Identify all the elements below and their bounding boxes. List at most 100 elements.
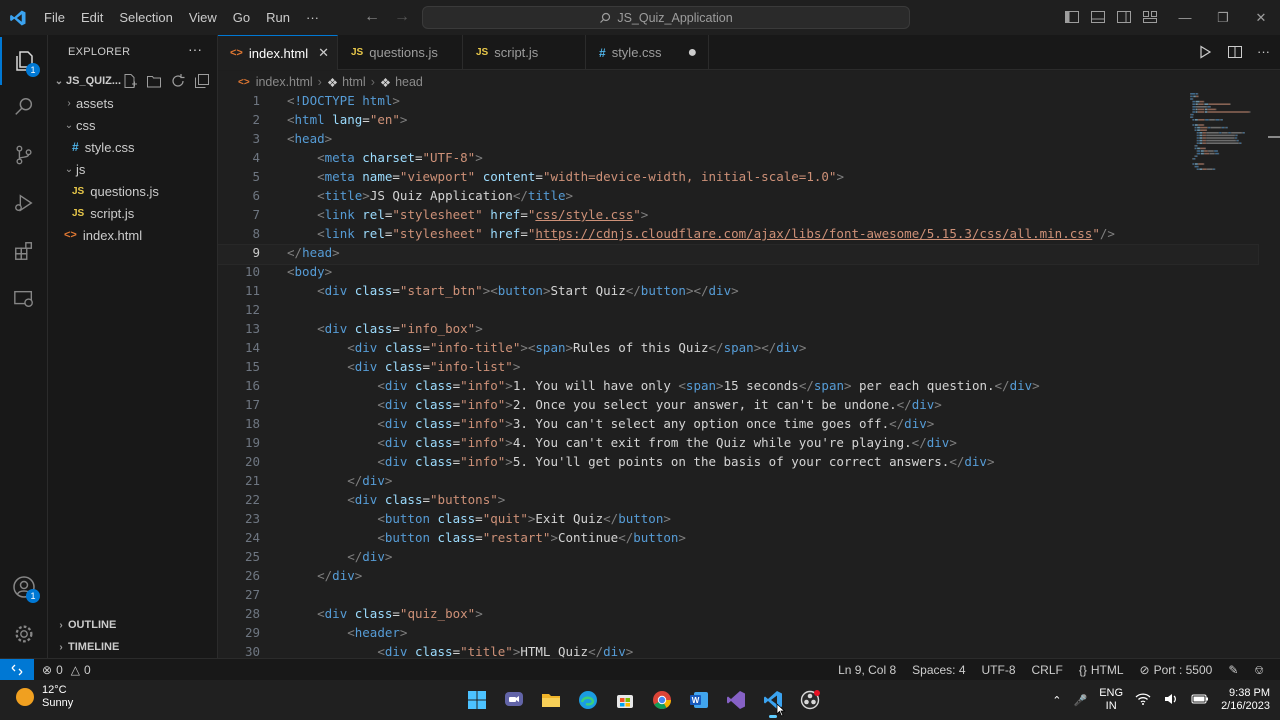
maximize-icon[interactable]: ❐: [1204, 0, 1242, 35]
tree-folder-js[interactable]: ⌄ js: [48, 158, 218, 180]
tree-folder-assets[interactable]: › assets: [48, 92, 218, 114]
code-line[interactable]: 19 <div class="info">4. You can't exit f…: [218, 435, 1258, 454]
source-control-activity[interactable]: [0, 131, 48, 179]
run-icon[interactable]: [1197, 44, 1213, 60]
vscode-taskbar-icon[interactable]: [760, 687, 786, 718]
code-line[interactable]: 23 <button class="quit">Exit Quiz</butto…: [218, 511, 1258, 530]
code-line[interactable]: 25 </div>: [218, 549, 1258, 568]
extensions-activity[interactable]: [0, 227, 48, 275]
tab-questions-js[interactable]: JS questions.js: [339, 35, 463, 70]
clock[interactable]: 9:38 PM 2/16/2023: [1221, 687, 1270, 713]
menu-view[interactable]: View: [181, 10, 225, 25]
manage-activity[interactable]: [0, 610, 48, 658]
tab-close-icon[interactable]: ✕: [318, 45, 329, 61]
word-icon[interactable]: W: [686, 687, 712, 713]
search-activity[interactable]: [0, 83, 48, 131]
tree-file-style-css[interactable]: # style.css: [48, 136, 218, 158]
menu-more[interactable]: ···: [298, 10, 327, 25]
close-icon[interactable]: ✕: [1242, 0, 1280, 35]
problems-indicator[interactable]: ⊗ 0 △ 0: [42, 663, 91, 677]
breadcrumb-html[interactable]: html: [342, 75, 366, 89]
code-line[interactable]: 13 <div class="info_box">: [218, 321, 1258, 340]
menu-run[interactable]: Run: [258, 10, 298, 25]
feedback-icon[interactable]: ✎: [1228, 663, 1238, 677]
menu-selection[interactable]: Selection: [111, 10, 180, 25]
code-line[interactable]: 4 <meta charset="UTF-8">: [218, 150, 1258, 169]
code-line[interactable]: 29 <header>: [218, 625, 1258, 644]
visual-studio-icon[interactable]: [723, 687, 749, 713]
encoding[interactable]: UTF-8: [982, 663, 1016, 677]
code-line[interactable]: 8 <link rel="stylesheet" href="https://c…: [218, 226, 1258, 245]
code-line[interactable]: 22 <div class="buttons">: [218, 492, 1258, 511]
wifi-icon[interactable]: [1135, 692, 1151, 709]
microsoft-store-icon[interactable]: [612, 687, 638, 713]
volume-icon[interactable]: [1163, 692, 1179, 709]
tab-script-js[interactable]: JS script.js: [464, 35, 586, 70]
split-editor-icon[interactable]: [1227, 44, 1243, 60]
menu-edit[interactable]: Edit: [73, 10, 111, 25]
back-arrow-icon[interactable]: ←: [364, 8, 380, 26]
remote-explorer-activity[interactable]: [0, 275, 48, 323]
code-line[interactable]: 26 </div>: [218, 568, 1258, 587]
microphone-icon[interactable]: 🎤: [1074, 694, 1088, 707]
more-actions-icon[interactable]: ···: [1257, 44, 1270, 60]
tree-file-index-html[interactable]: <> index.html: [48, 224, 218, 246]
obs-studio-icon[interactable]: [797, 687, 823, 713]
explorer-activity[interactable]: 1: [0, 37, 48, 85]
more-actions-icon[interactable]: ···: [188, 41, 202, 57]
code-line[interactable]: 10 <body>: [218, 264, 1258, 283]
toggle-panel-icon[interactable]: [1090, 9, 1106, 25]
code-line[interactable]: 2 <html lang="en">: [218, 112, 1258, 131]
notifications-bell-icon[interactable]: ⎊: [1254, 663, 1264, 678]
new-folder-icon[interactable]: [146, 73, 162, 89]
code-line[interactable]: 20 <div class="info">5. You'll get point…: [218, 454, 1258, 473]
customize-layout-icon[interactable]: [1142, 9, 1158, 25]
code-line[interactable]: 30 <div class="title">HTML Quiz</div>: [218, 644, 1258, 658]
live-server-port[interactable]: ⊘ Port : 5500: [1140, 663, 1213, 677]
code-line[interactable]: 16 <div class="info">1. You will have on…: [218, 378, 1258, 397]
menu-file[interactable]: File: [36, 10, 73, 25]
code-line[interactable]: 24 <button class="restart">Continue</but…: [218, 530, 1258, 549]
remote-indicator-icon[interactable]: [0, 658, 34, 681]
outline-section[interactable]: › OUTLINE: [48, 614, 218, 636]
edge-browser-icon[interactable]: [575, 687, 601, 713]
language-indicator[interactable]: ENG IN: [1099, 687, 1123, 713]
code-line[interactable]: 14 <div class="info-title"><span>Rules o…: [218, 340, 1258, 359]
menu-go[interactable]: Go: [225, 10, 258, 25]
minimize-icon[interactable]: —: [1166, 0, 1204, 35]
teams-chat-icon[interactable]: [501, 687, 527, 713]
code-line[interactable]: 18 <div class="info">3. You can't select…: [218, 416, 1258, 435]
tree-file-script-js[interactable]: JS script.js: [48, 202, 218, 224]
code-line[interactable]: 15 <div class="info-list">: [218, 359, 1258, 378]
minimap[interactable]: [1190, 93, 1270, 213]
indentation[interactable]: Spaces: 4: [912, 663, 965, 677]
code-line[interactable]: 5 <meta name="viewport" content="width=d…: [218, 169, 1258, 188]
command-center-search[interactable]: JS_Quiz_Application: [422, 6, 910, 29]
chevron-up-icon[interactable]: ⌃: [1052, 694, 1061, 707]
cursor-position[interactable]: Ln 9, Col 8: [838, 663, 896, 677]
new-file-icon[interactable]: [122, 73, 138, 89]
code-line[interactable]: 21 </div>: [218, 473, 1258, 492]
code-line[interactable]: 9 </head>: [218, 244, 1259, 265]
weather-widget[interactable]: 12°C Sunny: [16, 684, 73, 710]
run-debug-activity[interactable]: [0, 179, 48, 227]
code-line[interactable]: 6 <title>JS Quiz Application</title>: [218, 188, 1258, 207]
tab-index-html[interactable]: <> index.html ✕: [218, 35, 338, 70]
toggle-secondary-sidebar-icon[interactable]: [1116, 9, 1132, 25]
code-line[interactable]: 11 <div class="start_btn"><button>Start …: [218, 283, 1258, 302]
file-explorer-icon[interactable]: [538, 687, 564, 713]
timeline-section[interactable]: › TIMELINE: [48, 636, 218, 658]
code-editor[interactable]: 1 <!DOCTYPE html> 2 <html lang="en"> 3 <head>…: [218, 93, 1280, 658]
breadcrumb-head[interactable]: head: [395, 75, 423, 89]
code-line[interactable]: 27: [218, 587, 1258, 606]
tree-folder-css[interactable]: ⌄ css: [48, 114, 218, 136]
chrome-browser-icon[interactable]: [649, 687, 675, 713]
line-ending[interactable]: CRLF: [1032, 663, 1063, 677]
refresh-icon[interactable]: [170, 73, 186, 89]
forward-arrow-icon[interactable]: →: [394, 8, 410, 26]
code-line[interactable]: 12: [218, 302, 1258, 321]
accounts-activity[interactable]: 1: [0, 563, 48, 611]
tree-file-questions-js[interactable]: JS questions.js: [48, 180, 218, 202]
windows-start-icon[interactable]: [464, 687, 490, 713]
code-line[interactable]: 28 <div class="quiz_box">: [218, 606, 1258, 625]
